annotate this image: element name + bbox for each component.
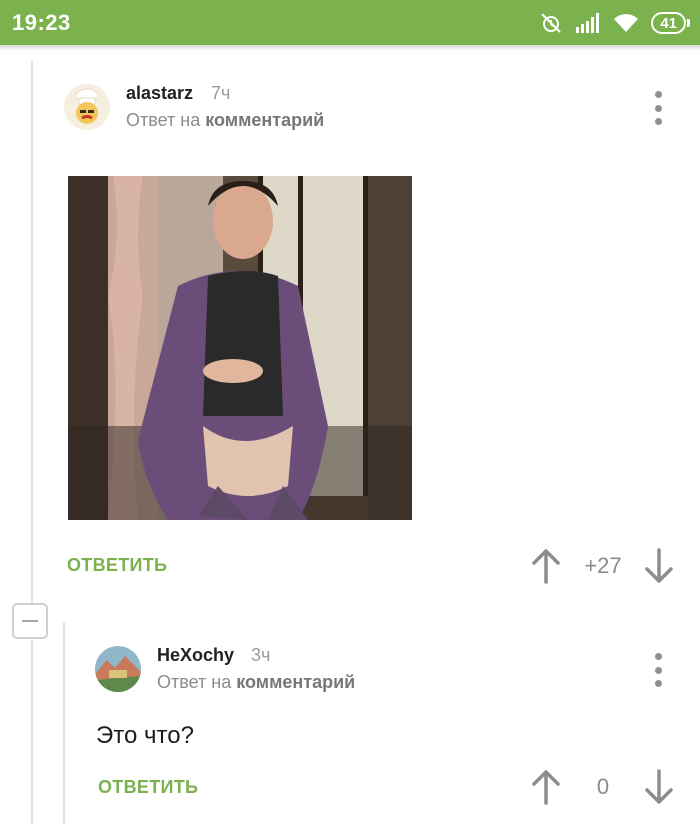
reply-to-link[interactable]: комментарий [205, 110, 324, 130]
thread-line-outer-lower [31, 640, 33, 825]
reply-to: Ответ на комментарий [126, 110, 324, 131]
rating: 0 [596, 774, 610, 799]
status-shadow [0, 45, 700, 51]
alarm-off-icon [541, 13, 562, 33]
battery-icon: 41 [651, 12, 690, 34]
reply-to-prefix: Ответ на [126, 110, 201, 130]
more-options-icon[interactable] [648, 653, 668, 687]
signal-icon [576, 13, 600, 33]
thread-line-inner [63, 622, 65, 825]
collapse-thread-button[interactable] [12, 603, 48, 639]
battery-level: 41 [660, 14, 677, 32]
downvote-arrow-icon[interactable] [642, 548, 676, 584]
comment-text: Это что? [96, 722, 194, 749]
comment-time: 3ч [251, 645, 271, 665]
comment-time: 7ч [211, 83, 231, 103]
thread-line-outer [31, 60, 33, 605]
reply-button[interactable]: ОТВЕТИТЬ [98, 777, 198, 798]
chef-avatar-icon [64, 84, 110, 130]
status-time: 19:23 [12, 10, 71, 35]
username[interactable]: HeXochy [157, 645, 234, 666]
avatar[interactable] [64, 84, 110, 130]
rating: +27 [584, 553, 622, 578]
upvote-arrow-icon[interactable] [529, 548, 563, 584]
wifi-icon [614, 14, 639, 32]
reply-to-prefix: Ответ на [157, 672, 232, 692]
username[interactable]: alastarz [126, 83, 193, 104]
landscape-avatar-icon [95, 646, 141, 692]
upvote-arrow-icon[interactable] [529, 769, 563, 805]
status-icons: 41 [539, 10, 690, 36]
comment-image[interactable] [68, 176, 412, 520]
reply-button[interactable]: ОТВЕТИТЬ [67, 555, 167, 576]
reply-to-link[interactable]: комментарий [236, 672, 355, 692]
downvote-arrow-icon[interactable] [642, 769, 676, 805]
avatar[interactable] [95, 646, 141, 692]
status-bar: 19:23 41 [0, 0, 700, 45]
more-options-icon[interactable] [648, 91, 668, 125]
reply-to: Ответ на комментарий [157, 672, 355, 693]
